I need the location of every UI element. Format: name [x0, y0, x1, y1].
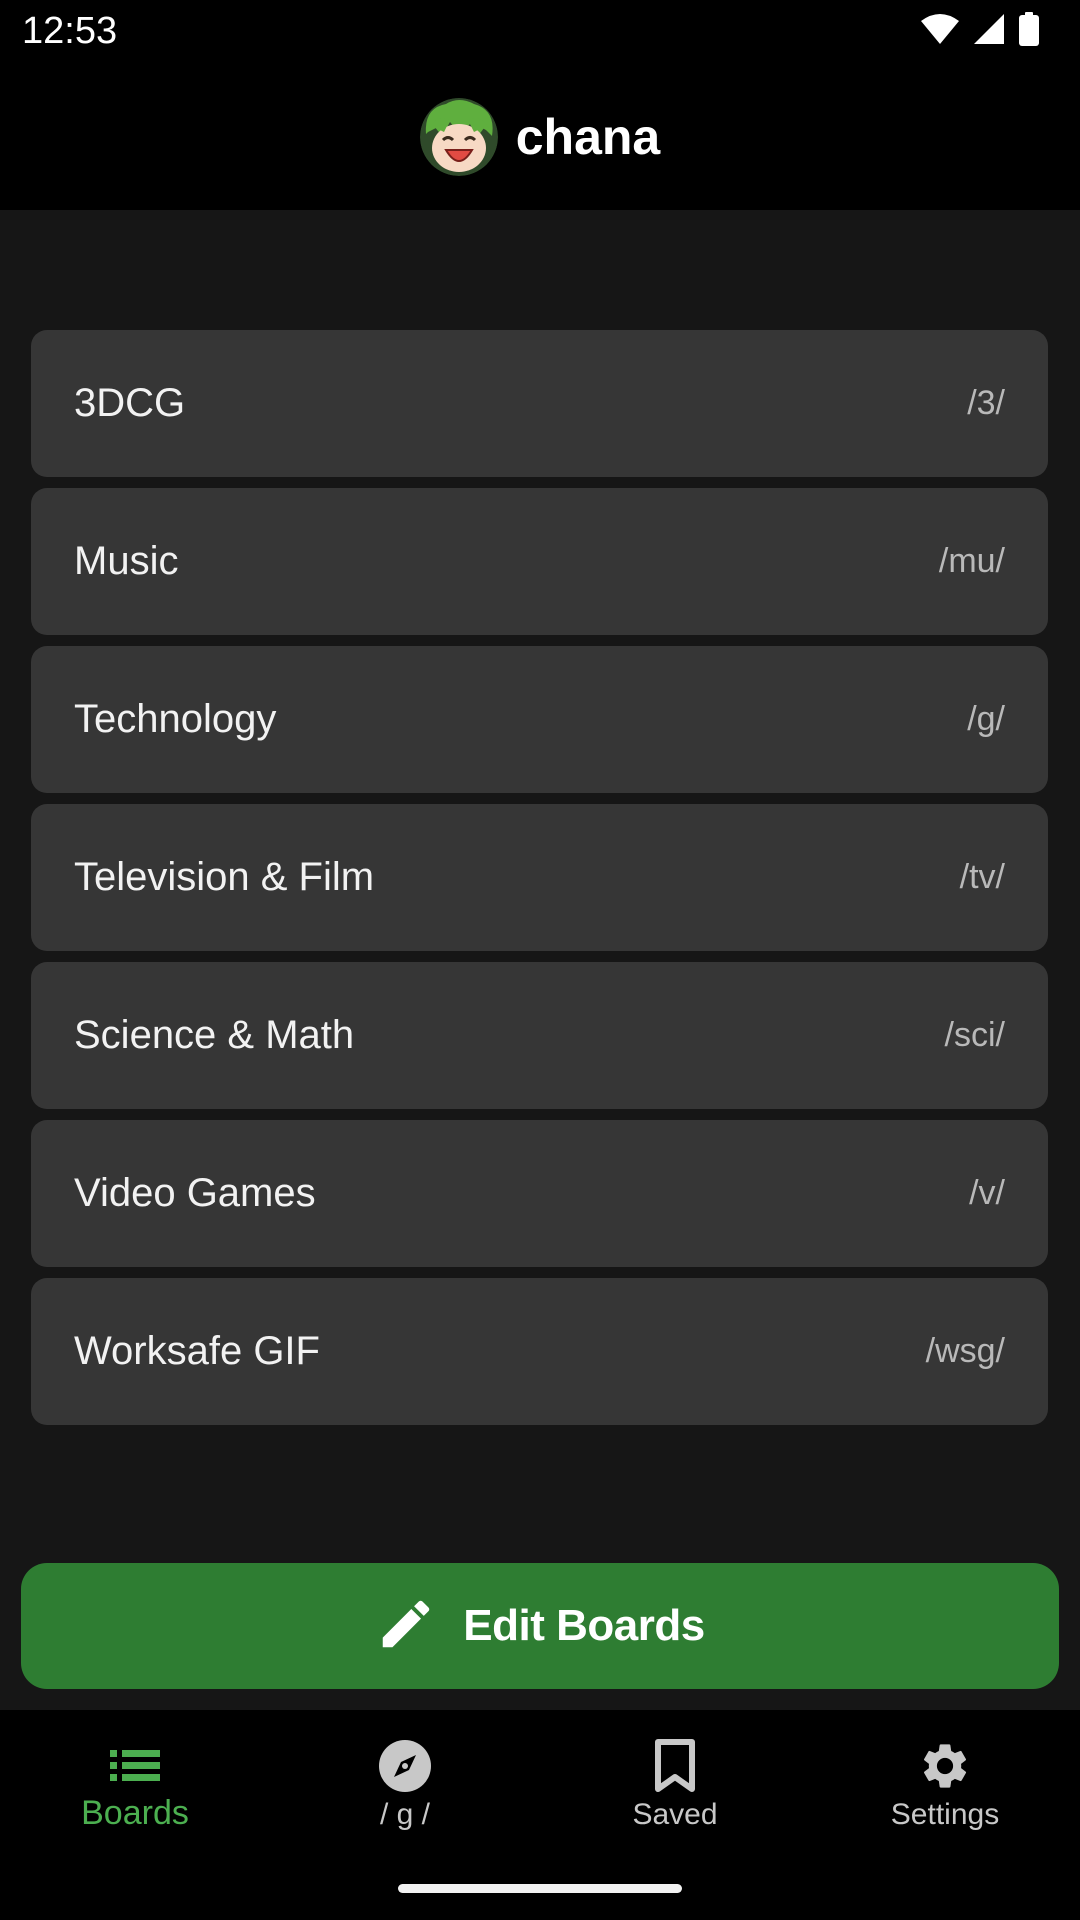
home-indicator[interactable]: [398, 1884, 682, 1893]
board-code: /3/: [967, 384, 1005, 422]
board-code: /tv/: [959, 858, 1005, 896]
nav-label-settings: Settings: [890, 1798, 1000, 1831]
list-icon: [110, 1738, 160, 1794]
battery-icon: [1018, 11, 1040, 51]
board-list: 3DCG /3/ Music /mu/ Technology /g/ Telev…: [31, 330, 1048, 1436]
signal-icon: [972, 13, 1006, 50]
boards-content: 3DCG /3/ Music /mu/ Technology /g/ Telev…: [0, 210, 1080, 1710]
nav-item-boards[interactable]: Boards: [0, 1738, 270, 1848]
gear-icon: [918, 1738, 972, 1794]
app-title: chana: [515, 109, 661, 165]
board-name: Video Games: [74, 1171, 316, 1215]
board-row[interactable]: Television & Film /tv/: [31, 804, 1048, 951]
board-name: Television & Film: [74, 855, 375, 899]
board-row[interactable]: Video Games /v/: [31, 1120, 1048, 1267]
board-row[interactable]: 3DCG /3/: [31, 330, 1048, 477]
nav-item-saved[interactable]: Saved: [540, 1738, 810, 1848]
board-code: /wsg/: [925, 1332, 1005, 1370]
app-header: chana: [0, 64, 1080, 210]
board-code: /g/: [967, 700, 1005, 738]
pencil-icon: [375, 1593, 437, 1660]
board-code: /sci/: [944, 1016, 1005, 1054]
board-row[interactable]: Science & Math /sci/: [31, 962, 1048, 1109]
board-name: Music: [74, 539, 179, 583]
board-row[interactable]: Music /mu/: [31, 488, 1048, 635]
board-row[interactable]: Technology /g/: [31, 646, 1048, 793]
edit-boards-button[interactable]: Edit Boards: [21, 1563, 1059, 1689]
board-code: /mu/: [938, 542, 1005, 580]
nav-item-settings[interactable]: Settings: [810, 1738, 1080, 1848]
nav-label-current-board: / g /: [379, 1798, 431, 1831]
wifi-icon: [920, 13, 960, 50]
board-name: 3DCG: [74, 381, 186, 425]
board-name: Science & Math: [74, 1013, 355, 1057]
avatar-icon[interactable]: [419, 98, 498, 176]
nav-label-saved: Saved: [632, 1798, 718, 1831]
edit-boards-label: Edit Boards: [463, 1601, 705, 1650]
board-name: Worksafe GIF: [74, 1329, 320, 1373]
board-name: Technology: [74, 697, 277, 741]
status-time: 12:53: [22, 10, 118, 52]
nav-label-boards: Boards: [81, 1794, 189, 1832]
bottom-nav: Boards / g / Saved Settings: [0, 1710, 1080, 1920]
compass-icon: [378, 1738, 432, 1794]
status-icons: [920, 11, 1040, 51]
nav-item-current-board[interactable]: / g /: [270, 1738, 540, 1848]
status-bar: 12:53: [0, 0, 1080, 64]
board-row[interactable]: Worksafe GIF /wsg/: [31, 1278, 1048, 1425]
board-code: /v/: [969, 1174, 1005, 1212]
bookmark-icon: [654, 1738, 696, 1794]
